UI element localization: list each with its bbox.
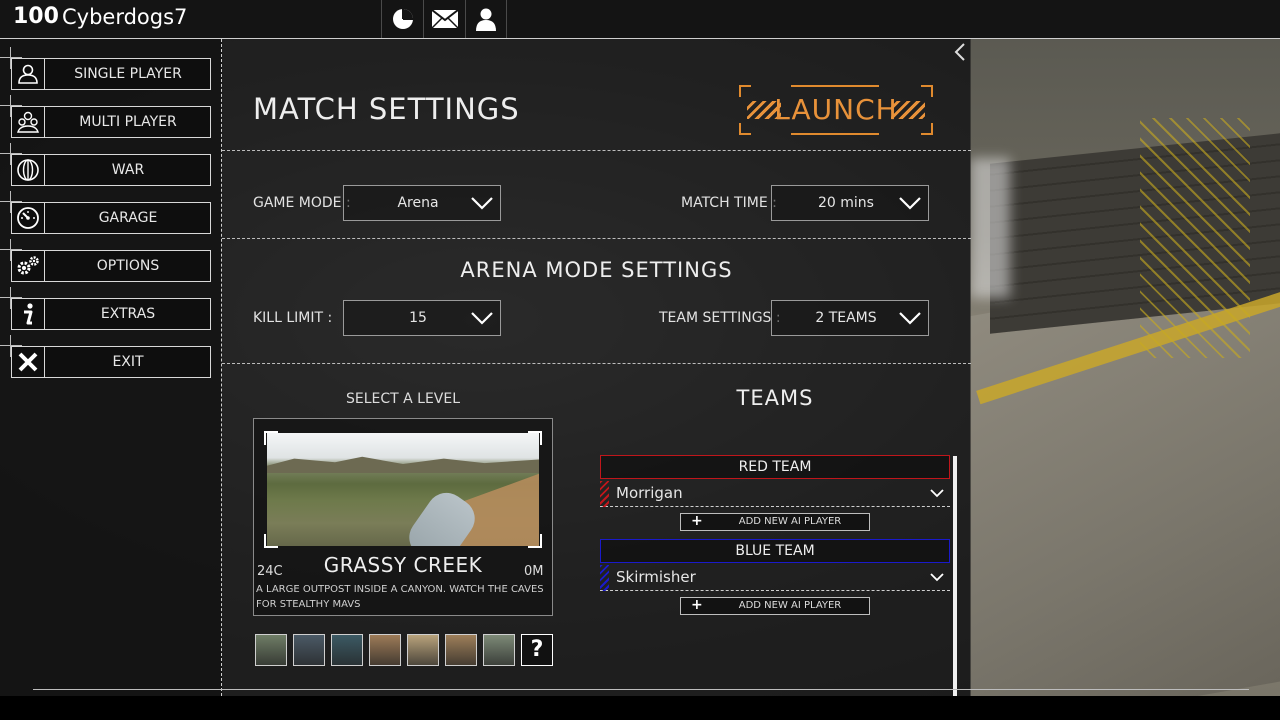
preview-corner bbox=[264, 431, 278, 445]
arena-settings-title: ARENA MODE SETTINGS bbox=[460, 258, 733, 282]
select-level-label: SELECT A LEVEL bbox=[345, 391, 461, 407]
launch-label: LAUNCH bbox=[774, 93, 898, 126]
level-name: GRASSY CREEK bbox=[323, 553, 483, 577]
player-name: Morrigan bbox=[616, 484, 683, 502]
match-time-select[interactable]: 20 mins bbox=[771, 185, 929, 221]
background-hangar-view bbox=[970, 38, 1280, 696]
plus-icon: + bbox=[691, 513, 703, 529]
add-ai-label: ADD NEW AI PLAYER bbox=[738, 600, 842, 611]
chevron-down-icon bbox=[899, 197, 921, 210]
game-mode-label: GAME MODE : bbox=[253, 195, 351, 211]
kill-limit-select[interactable]: 15 bbox=[343, 300, 501, 336]
top-bar: 100 Cyberdogs7 bbox=[0, 0, 1280, 39]
divider bbox=[222, 238, 971, 239]
add-ai-label: ADD NEW AI PLAYER bbox=[738, 516, 842, 527]
teams-title: TEAMS bbox=[736, 386, 814, 410]
close-icon bbox=[12, 347, 45, 377]
level-preview-image bbox=[267, 433, 539, 546]
preview-corner bbox=[264, 534, 278, 548]
level-temperature: 24C bbox=[257, 564, 283, 579]
level-thumbnail[interactable] bbox=[331, 634, 363, 666]
red-add-ai-player-button[interactable]: + ADD NEW AI PLAYER bbox=[680, 513, 870, 531]
gauge-icon bbox=[12, 203, 45, 233]
menu-multi-player-button[interactable]: MULTI PLAYER bbox=[11, 106, 211, 138]
menu-garage-button[interactable]: GARAGE bbox=[11, 202, 211, 234]
red-team-header: RED TEAM bbox=[600, 455, 950, 479]
menu-label: OPTIONS bbox=[96, 258, 160, 274]
menu-single-player-button[interactable]: SINGLE PLAYER bbox=[11, 58, 211, 90]
chevron-down-icon bbox=[471, 197, 493, 210]
game-mode-select[interactable]: Arena bbox=[343, 185, 501, 221]
divider bbox=[222, 363, 971, 364]
level-thumbnail[interactable] bbox=[407, 634, 439, 666]
random-level-thumbnail[interactable]: ? bbox=[521, 634, 553, 666]
level-altitude: 0M bbox=[524, 564, 544, 579]
menu-extras-button[interactable]: EXTRAS bbox=[11, 298, 211, 330]
divider bbox=[222, 150, 971, 151]
collapse-panel-chevron-icon[interactable] bbox=[950, 42, 970, 64]
page-title: MATCH SETTINGS bbox=[253, 92, 520, 126]
bottom-divider bbox=[33, 689, 1249, 690]
teams-scrollbar[interactable] bbox=[953, 456, 957, 696]
chevron-down-icon bbox=[930, 489, 944, 498]
player-name: Skirmisher bbox=[616, 568, 696, 586]
stats-pie-icon[interactable] bbox=[381, 0, 423, 38]
menu-label: MULTI PLAYER bbox=[79, 114, 177, 130]
preview-corner bbox=[528, 534, 542, 548]
chevron-down-icon bbox=[899, 312, 921, 325]
mail-icon[interactable] bbox=[423, 0, 465, 38]
menu-label: GARAGE bbox=[98, 210, 158, 226]
team-settings-select[interactable]: 2 TEAMS bbox=[771, 300, 929, 336]
bottom-bar bbox=[0, 696, 1280, 720]
level-description: A LARGE OUTPOST INSIDE A CANYON. WATCH T… bbox=[256, 584, 544, 610]
menu-label: EXTRAS bbox=[100, 306, 156, 322]
chevron-down-icon bbox=[930, 573, 944, 582]
profile-icon[interactable] bbox=[465, 0, 507, 38]
blue-team-player-row[interactable]: Skirmisher bbox=[600, 565, 950, 591]
blue-team-header: BLUE TEAM bbox=[600, 539, 950, 563]
globe-icon bbox=[12, 155, 45, 185]
blue-add-ai-player-button[interactable]: + ADD NEW AI PLAYER bbox=[680, 597, 870, 615]
menu-label: WAR bbox=[111, 162, 145, 178]
menu-war-button[interactable]: WAR bbox=[11, 154, 211, 186]
team-color-bar bbox=[600, 565, 609, 591]
plus-icon: + bbox=[691, 597, 703, 613]
player-rank: 100 bbox=[13, 4, 59, 29]
info-icon bbox=[12, 299, 45, 329]
menu-exit-button[interactable]: EXIT bbox=[11, 346, 211, 378]
chevron-down-icon bbox=[471, 312, 493, 325]
menu-label: SINGLE PLAYER bbox=[74, 66, 182, 82]
kill-limit-label: KILL LIMIT : bbox=[253, 310, 333, 326]
team-color-bar bbox=[600, 481, 609, 507]
player-username: Cyberdogs7 bbox=[62, 5, 188, 29]
match-time-label: MATCH TIME : bbox=[681, 195, 777, 211]
menu-label: EXIT bbox=[112, 354, 144, 370]
level-thumbnail[interactable] bbox=[445, 634, 477, 666]
launch-button[interactable]: LAUNCH bbox=[739, 85, 933, 135]
preview-corner bbox=[528, 431, 542, 445]
level-thumbnail[interactable] bbox=[483, 634, 515, 666]
level-thumbnail[interactable] bbox=[293, 634, 325, 666]
level-thumbnail[interactable] bbox=[369, 634, 401, 666]
gears-icon bbox=[12, 251, 45, 281]
level-thumbnail[interactable] bbox=[255, 634, 287, 666]
multi-player-icon bbox=[12, 107, 45, 137]
red-team-player-row[interactable]: Morrigan bbox=[600, 481, 950, 507]
single-player-icon bbox=[12, 59, 45, 89]
menu-options-button[interactable]: OPTIONS bbox=[11, 250, 211, 282]
team-settings-label: TEAM SETTINGS : bbox=[659, 310, 781, 326]
